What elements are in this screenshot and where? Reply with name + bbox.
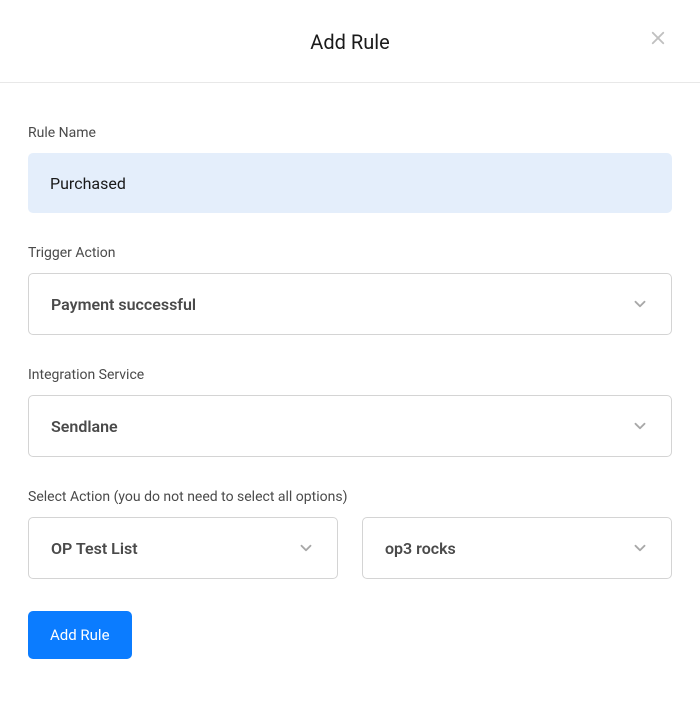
rule-name-group: Rule Name <box>28 125 672 213</box>
select-action-option1-value: OP Test List <box>51 539 138 558</box>
integration-service-value: Sendlane <box>51 417 118 436</box>
rule-name-input[interactable] <box>28 153 672 213</box>
rule-name-label: Rule Name <box>28 125 672 141</box>
trigger-action-value: Payment successful <box>51 295 196 314</box>
select-action-option2-value: op3 rocks <box>385 539 456 558</box>
trigger-action-group: Trigger Action Payment successful <box>28 245 672 335</box>
modal-header: Add Rule <box>0 0 700 83</box>
chevron-down-icon <box>629 537 651 559</box>
modal-body: Rule Name Trigger Action Payment success… <box>0 83 700 659</box>
select-action-label: Select Action (you do not need to select… <box>28 489 672 505</box>
trigger-action-select[interactable]: Payment successful <box>28 273 672 335</box>
modal-title: Add Rule <box>40 30 660 54</box>
select-action-option2[interactable]: op3 rocks <box>362 517 672 579</box>
select-action-group: Select Action (you do not need to select… <box>28 489 672 579</box>
integration-service-select[interactable]: Sendlane <box>28 395 672 457</box>
integration-service-label: Integration Service <box>28 367 672 383</box>
select-action-option1[interactable]: OP Test List <box>28 517 338 579</box>
add-rule-button[interactable]: Add Rule <box>28 611 132 659</box>
close-icon <box>649 29 667 51</box>
close-button[interactable] <box>646 28 670 52</box>
select-action-row: OP Test List op3 rocks <box>28 517 672 579</box>
chevron-down-icon <box>295 537 317 559</box>
trigger-action-label: Trigger Action <box>28 245 672 261</box>
integration-service-group: Integration Service Sendlane <box>28 367 672 457</box>
chevron-down-icon <box>629 415 651 437</box>
chevron-down-icon <box>629 293 651 315</box>
